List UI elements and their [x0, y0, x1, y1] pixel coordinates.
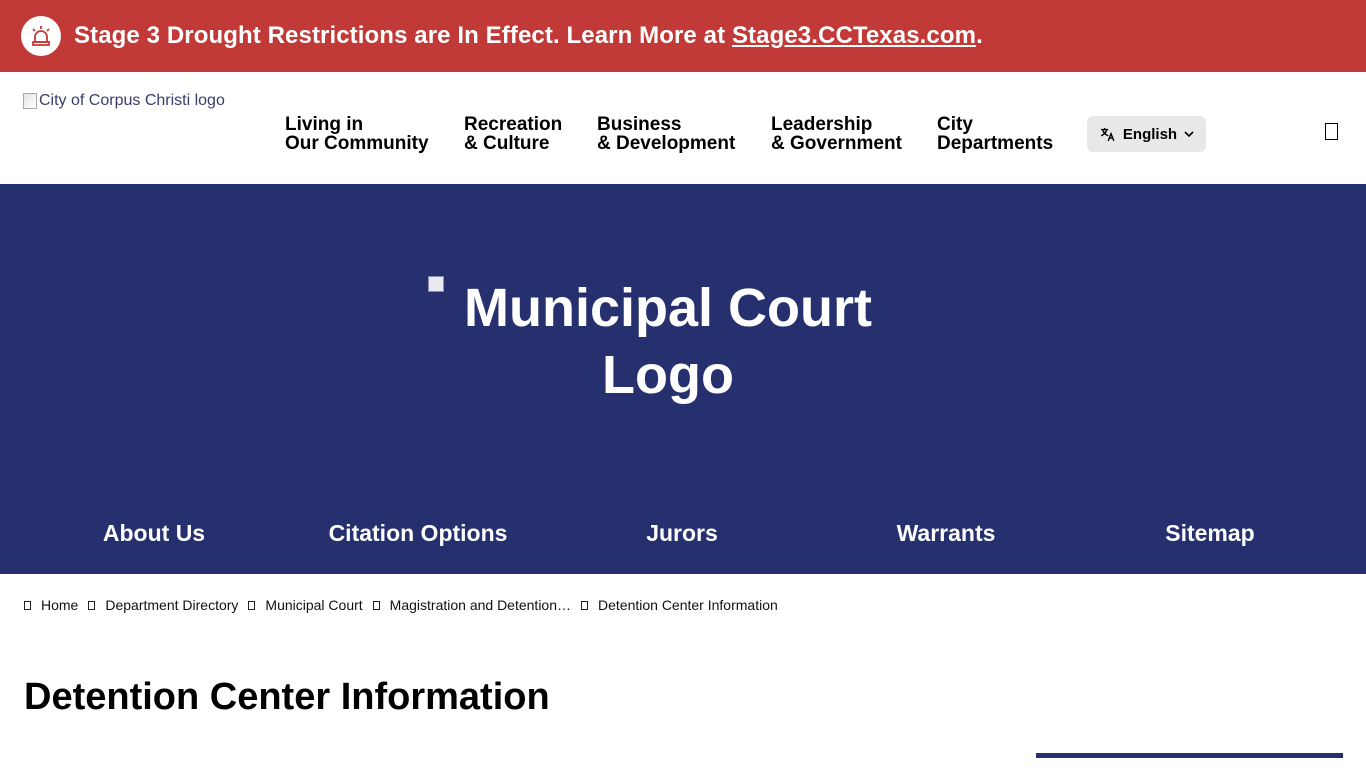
- hero-banner: Municipal Court Logo About Us Citation O…: [0, 184, 1366, 574]
- breadcrumb-item-current: Detention Center Information: [581, 597, 788, 613]
- siren-icon: [21, 16, 61, 56]
- chevron-right-icon: [372, 600, 380, 610]
- city-logo[interactable]: City of Corpus Christi logo: [23, 92, 225, 110]
- department-subnav: About Us Citation Options Jurors Warrant…: [22, 520, 1366, 547]
- main-nav: Living in Our Community Recreation & Cul…: [285, 115, 1067, 153]
- alert-text: Stage 3 Drought Restrictions are In Effe…: [74, 22, 983, 49]
- broken-image-icon: [23, 93, 37, 109]
- nav-business-development[interactable]: Business & Development: [597, 115, 771, 153]
- subnav-citation-options[interactable]: Citation Options: [286, 520, 550, 547]
- nav-city-departments[interactable]: City Departments: [937, 115, 1067, 153]
- breadcrumb-item: Magistration and Detention…: [372, 597, 581, 613]
- language-label: English: [1122, 125, 1178, 143]
- breadcrumb-item: Home: [24, 597, 88, 613]
- page-title: Detention Center Information: [24, 676, 550, 718]
- alert-banner: Stage 3 Drought Restrictions are In Effe…: [0, 0, 1366, 72]
- alert-link[interactable]: Stage3.CCTexas.com: [732, 22, 976, 49]
- broken-image-icon: [428, 276, 444, 292]
- language-selector[interactable]: English: [1087, 116, 1206, 152]
- subnav-sitemap[interactable]: Sitemap: [1078, 520, 1342, 547]
- subnav-warrants[interactable]: Warrants: [814, 520, 1078, 547]
- chevron-right-icon: [88, 600, 96, 610]
- subnav-jurors[interactable]: Jurors: [550, 520, 814, 547]
- nav-living-in-our-community[interactable]: Living in Our Community: [285, 115, 464, 153]
- chevron-down-icon: [1184, 131, 1194, 138]
- home-icon: [24, 600, 31, 610]
- translate-icon: [1100, 127, 1115, 141]
- sidebar-accent-bar: [1036, 753, 1343, 758]
- search-icon[interactable]: [1325, 123, 1338, 140]
- nav-leadership-government[interactable]: Leadership & Government: [771, 115, 937, 153]
- nav-recreation-culture[interactable]: Recreation & Culture: [464, 115, 597, 153]
- breadcrumb-item: Municipal Court: [248, 597, 372, 613]
- chevron-right-icon: [248, 600, 256, 610]
- chevron-right-icon: [581, 600, 588, 610]
- breadcrumb-item: Department Directory: [88, 597, 248, 613]
- site-header: City of Corpus Christi logo Living in Ou…: [0, 72, 1366, 184]
- breadcrumb: Home Department Directory Municipal Cour…: [24, 597, 788, 613]
- municipal-court-logo: Municipal Court Logo: [428, 275, 908, 409]
- subnav-about-us[interactable]: About Us: [22, 520, 286, 547]
